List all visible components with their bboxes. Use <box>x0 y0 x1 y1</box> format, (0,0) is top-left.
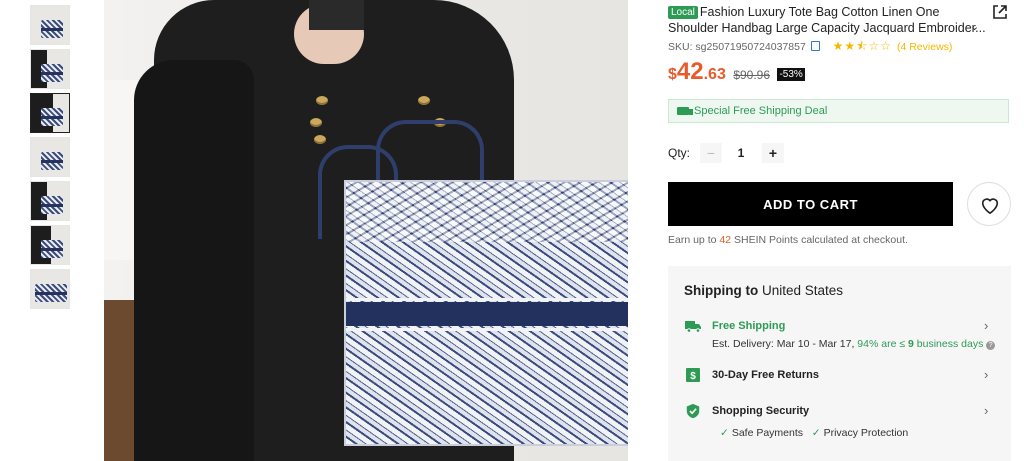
product-main-image[interactable] <box>104 0 628 461</box>
thumbnail-5[interactable] <box>30 181 70 221</box>
truck-icon <box>677 107 693 115</box>
chevron-right-icon: › <box>984 403 989 418</box>
price-row: $42.63 $90.96 -53% <box>668 58 805 86</box>
points-prefix: Earn up to <box>668 234 720 246</box>
thumbnail-2[interactable] <box>30 49 70 89</box>
shipping-country: United States <box>758 283 844 298</box>
sku-text: SKU: sg25071950724037857 <box>668 41 806 53</box>
thumbnail-3-selected[interactable] <box>30 93 70 133</box>
chevron-right-icon: › <box>984 367 989 382</box>
rating-stars: ★★⯪☆☆ <box>832 39 893 53</box>
chevron-down-icon[interactable]: ⌄ <box>970 20 979 33</box>
image-button <box>418 96 430 105</box>
price-currency: $ <box>668 66 677 83</box>
check-icon: ✓ <box>811 427 821 439</box>
delivery-estimate: Est. Delivery: Mar 10 - Mar 17, 94% are … <box>712 338 996 350</box>
returns-icon: $ <box>686 368 700 382</box>
quantity-input[interactable]: 1 <box>728 143 754 163</box>
add-to-cart-button[interactable]: ADD TO CART <box>668 182 953 226</box>
svg-text:$: $ <box>690 371 696 382</box>
help-icon[interactable]: ? <box>986 341 996 350</box>
chevron-right-icon: › <box>984 318 989 333</box>
free-returns-title: 30-Day Free Returns <box>712 369 819 381</box>
product-title: Local Fashion Luxury Tote Bag Cotton Line… <box>668 4 988 36</box>
safe-payments: Safe Payments <box>731 427 804 439</box>
free-shipping-row[interactable]: Free Shipping › Est. Delivery: Mar 10 - … <box>684 318 996 354</box>
thumbnail-list <box>30 5 72 313</box>
price-decimal: .63 <box>703 66 726 83</box>
shipping-panel: Shipping to United States Free Shipping … <box>668 266 1011 461</box>
delivery-days-suffix: business days <box>913 338 984 350</box>
shield-icon <box>686 403 700 419</box>
delivery-percent: 94% are ≤ <box>857 338 909 350</box>
wishlist-button[interactable] <box>967 182 1011 226</box>
shopping-security-title: Shopping Security <box>712 405 810 417</box>
thumbnail-7[interactable] <box>30 269 70 309</box>
quantity-decrease-button[interactable]: − <box>700 143 722 163</box>
image-button <box>316 96 328 105</box>
image-tote-bag <box>344 180 628 446</box>
shopping-security-row[interactable]: Shopping Security › ✓ Safe Payments ✓ Priv… <box>684 403 994 443</box>
image-jacket-sleeve <box>134 60 254 461</box>
free-shipping-deal-banner[interactable]: Special Free Shipping Deal <box>668 99 1009 123</box>
discount-badge: -53% <box>777 68 805 81</box>
reviews-link[interactable]: (4 Reviews) <box>897 41 952 53</box>
image-button <box>314 135 326 144</box>
privacy-protection: Privacy Protection <box>823 427 909 439</box>
check-icon: ✓ <box>720 427 729 439</box>
image-button <box>310 118 322 127</box>
product-title-text: Fashion Luxury Tote Bag Cotton Linen One… <box>668 5 986 35</box>
thumbnail-6[interactable] <box>30 225 70 265</box>
share-icon[interactable] <box>992 4 1008 20</box>
points-amount: 42 <box>719 234 732 246</box>
security-features: ✓ Safe Payments ✓ Privacy Protection <box>720 427 908 439</box>
thumbnail-1[interactable] <box>30 5 70 45</box>
free-shipping-title: Free Shipping <box>712 320 786 332</box>
heart-icon <box>981 198 999 215</box>
local-badge: Local <box>668 6 698 19</box>
thumbnail-4[interactable] <box>30 137 70 177</box>
points-info: Earn up to 42 SHEIN Points calculated at… <box>668 234 908 246</box>
shipping-destination[interactable]: Shipping to United States <box>684 283 843 298</box>
price-main: 42 <box>676 58 704 85</box>
points-suffix: SHEIN Points calculated at checkout. <box>731 234 908 246</box>
free-returns-row[interactable]: $ 30-Day Free Returns › <box>684 367 994 387</box>
shipping-deal-text: Special Free Shipping Deal <box>694 105 828 117</box>
delivery-dates: Est. Delivery: Mar 10 - Mar 17, <box>712 338 858 350</box>
quantity-label: Qty: <box>668 146 691 160</box>
sku-row: SKU: sg25071950724037857 ★★⯪☆☆ (4 Review… <box>668 37 952 58</box>
truck-icon <box>685 321 701 333</box>
original-price: $90.96 <box>733 68 771 82</box>
quantity-increase-button[interactable]: + <box>762 143 784 163</box>
shipping-title: Shipping to <box>684 283 759 298</box>
copy-icon[interactable] <box>810 41 820 51</box>
image-phone <box>309 0 364 30</box>
